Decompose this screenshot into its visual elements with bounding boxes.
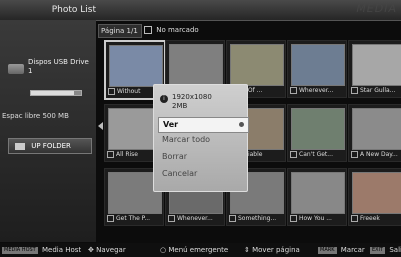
brand-logo: MEDIA — [356, 2, 397, 15]
menu-item-borrar[interactable]: Borrar — [158, 150, 247, 164]
help-exit: EXIT Salir — [370, 243, 401, 257]
help-navigate-label: Navegar — [96, 246, 126, 254]
photo-image — [291, 108, 345, 150]
help-menu-label: Menú emergente — [168, 246, 229, 254]
usb-drive-icon — [8, 64, 24, 74]
checkbox-icon[interactable] — [351, 87, 358, 94]
checkbox-icon[interactable] — [107, 215, 114, 222]
photo-grid: Without rld Of ... Wherever... Star Gulla..… — [104, 40, 401, 230]
file-size: 2MB — [172, 102, 188, 110]
checkbox-icon — [144, 26, 152, 34]
up-folder-label: UP FOLDER — [31, 142, 71, 150]
checkbox-icon[interactable] — [108, 88, 115, 95]
photo-image — [352, 172, 401, 214]
mark-key-icon: MARK — [318, 246, 337, 254]
help-navigate: ✥ Navegar — [88, 243, 126, 257]
photo-thumbnail[interactable]: Wherever... — [287, 40, 347, 98]
photo-image — [109, 45, 163, 87]
photo-caption-label: Freeek — [360, 215, 380, 222]
help-move-label: Mover página — [252, 246, 300, 254]
page-title: Photo List — [51, 5, 96, 15]
page-value: 1/1 — [126, 27, 138, 35]
photo-caption-label: Star Gulla... — [360, 87, 396, 94]
marked-label: No marcado — [156, 26, 199, 34]
photo-thumbnail[interactable]: Freeek — [348, 168, 401, 226]
resolution: 1920x1080 — [172, 93, 212, 101]
help-exit-label: Salir — [389, 246, 401, 254]
help-media-host: MEDIA HOST Media Host — [2, 243, 81, 257]
photo-caption-label: Can't Get... — [299, 151, 333, 158]
photo-image — [230, 44, 284, 86]
up-folder-button[interactable]: UP FOLDER — [8, 138, 92, 154]
photo-caption-label: Wherever... — [299, 87, 334, 94]
photo-caption-label: All Rise — [116, 151, 138, 158]
menu-item-marcar-todo[interactable]: Marcar todo — [158, 133, 247, 147]
help-media-host-label: Media Host — [41, 246, 82, 254]
info-icon: i — [160, 95, 168, 103]
menu-item-cancelar[interactable]: Cancelar — [158, 167, 247, 181]
photo-caption-label: A New Day... — [360, 151, 398, 158]
photo-image — [291, 44, 345, 86]
page-key-icon: ⇕ — [244, 246, 250, 254]
selected-dot-icon — [239, 122, 244, 127]
photo-caption: Get The P... — [107, 215, 161, 223]
help-menu: ○ Menú emergente — [160, 243, 228, 257]
popup-menu: i 1920x1080 2MB Ver Marcar todo Borrar C… — [153, 84, 249, 192]
checkbox-icon[interactable] — [107, 151, 114, 158]
photo-caption: Whenever... — [168, 215, 222, 223]
checkbox-icon[interactable] — [168, 215, 175, 222]
page-indicator: Página 1/1 — [98, 24, 142, 38]
checkbox-icon[interactable] — [290, 87, 297, 94]
menu-item-label: Borrar — [162, 152, 188, 161]
checkbox-icon[interactable] — [351, 151, 358, 158]
usb-device[interactable]: Dispos USB Drive 1 — [8, 58, 94, 86]
help-mark-label: Marcar — [340, 246, 365, 254]
sidebar: Dispos USB Drive 1 Espac libre 500 MB UP… — [0, 20, 96, 242]
photo-thumbnail[interactable]: Star Gulla... — [348, 40, 401, 98]
usb-device-name: Dispos USB Drive 1 — [28, 58, 89, 75]
photo-caption-label: Something... — [238, 215, 277, 222]
photo-caption: Can't Get... — [290, 151, 344, 159]
photo-caption-label: How You ... — [299, 215, 332, 222]
photo-caption: Freeek — [351, 215, 401, 223]
media-host-key-icon: MEDIA HOST — [2, 246, 38, 254]
dpad-icon: ✥ — [88, 246, 94, 254]
checkbox-icon[interactable] — [229, 215, 236, 222]
exit-key-icon: EXIT — [370, 246, 386, 254]
help-mark: MARK Marcar — [318, 243, 365, 257]
usage-bar-fill — [31, 91, 74, 95]
photo-image — [291, 172, 345, 214]
checkbox-icon[interactable] — [290, 151, 297, 158]
prev-page-arrow-icon[interactable] — [98, 122, 103, 130]
checkbox-icon[interactable] — [290, 215, 297, 222]
photo-caption: Wherever... — [290, 87, 344, 95]
photo-caption: Star Gulla... — [351, 87, 401, 95]
photo-caption-label: Whenever... — [177, 215, 213, 222]
help-move-page: ⇕ Mover página — [244, 243, 300, 257]
photo-image — [352, 108, 401, 150]
menu-item-label: Cancelar — [162, 169, 198, 178]
photo-caption: Something... — [229, 215, 283, 223]
photo-thumbnail[interactable]: How You ... — [287, 168, 347, 226]
photo-thumbnail[interactable]: Can't Get... — [287, 104, 347, 162]
bottom-help-bar: MEDIA HOST Media Host ✥ Navegar ○ Menú e… — [0, 243, 401, 257]
menu-item-ver[interactable]: Ver — [158, 117, 249, 133]
photo-caption: A New Day... — [351, 151, 401, 159]
photo-caption-label: Without — [117, 88, 141, 95]
folder-icon — [15, 142, 25, 150]
photo-thumbnail[interactable]: A New Day... — [348, 104, 401, 162]
checkbox-icon[interactable] — [351, 215, 358, 222]
photo-image — [352, 44, 401, 86]
usage-bar — [30, 90, 82, 96]
top-bar: Photo List MEDIA — [0, 0, 401, 21]
free-space: Espac libre 500 MB — [2, 112, 69, 120]
ok-icon: ○ — [160, 246, 167, 254]
photo-caption: How You ... — [290, 215, 344, 223]
menu-item-label: Marcar todo — [162, 135, 211, 144]
marked-status: No marcado — [144, 24, 234, 36]
page-label: Página — [101, 27, 125, 35]
photo-image — [169, 44, 223, 86]
photo-caption-label: Get The P... — [116, 215, 151, 222]
menu-item-label: Ver — [163, 120, 179, 129]
